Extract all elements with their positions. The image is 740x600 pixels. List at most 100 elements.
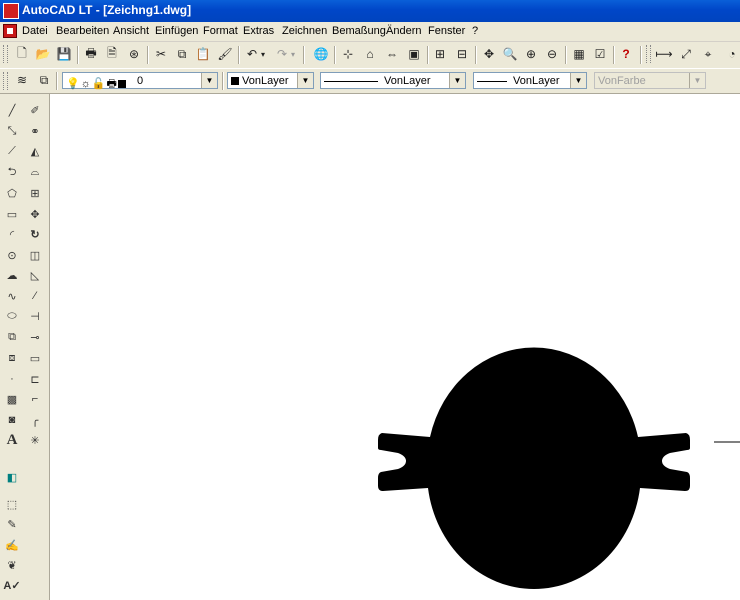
design-center-icon[interactable]: ⊟: [452, 44, 472, 64]
aligned-dimension-icon[interactable]: ⤢: [676, 44, 696, 64]
web-globe-icon[interactable]: 🌐: [311, 44, 331, 64]
menu-datei[interactable]: Datei: [22, 25, 48, 37]
layer-previous-icon[interactable]: ⧉: [34, 70, 54, 90]
linetype-select[interactable]: VonLayer ▼: [320, 72, 466, 89]
explode-icon[interactable]: ✳: [25, 430, 45, 450]
print-icon[interactable]: 🖶: [81, 44, 101, 64]
markup-icon[interactable]: ☑: [590, 44, 610, 64]
publish-icon[interactable]: ⊛: [124, 44, 144, 64]
sketch-icon[interactable]: ✍: [2, 535, 22, 555]
zoom-window-icon[interactable]: ⊕: [521, 44, 541, 64]
stretch-icon[interactable]: ◺: [25, 265, 45, 285]
undo-dropdown-icon[interactable]: ▾: [258, 44, 268, 64]
print-preview-icon[interactable]: 🗎: [102, 44, 122, 64]
chevron-down-icon[interactable]: ▼: [449, 73, 465, 88]
construction-line-icon[interactable]: ⤡: [2, 121, 22, 141]
lineweight-select[interactable]: VonLayer ▼: [473, 72, 587, 89]
menu-zeichnen[interactable]: Zeichnen: [282, 25, 327, 37]
break-icon[interactable]: ▭: [25, 348, 45, 368]
revision-cloud-icon[interactable]: ☁: [2, 265, 22, 285]
make-block-icon[interactable]: ⧈: [2, 348, 22, 368]
help-icon[interactable]: ?: [616, 44, 636, 64]
point-icon[interactable]: ·: [2, 369, 22, 389]
ordinate-dimension-icon[interactable]: ⌖: [698, 44, 718, 64]
hatch-icon[interactable]: ▩: [2, 389, 22, 409]
match-properties-icon[interactable]: 🖌: [215, 44, 235, 64]
block-icon[interactable]: ⌂: [360, 44, 380, 64]
scale-icon[interactable]: ◫: [25, 245, 45, 265]
erase-icon[interactable]: ✐: [25, 100, 45, 120]
dimension-icon[interactable]: ⇔: [382, 44, 402, 64]
properties-icon[interactable]: ⊞: [430, 44, 450, 64]
region-icon[interactable]: ◙: [2, 410, 22, 430]
toolbar-grip[interactable]: [3, 72, 8, 90]
menu-aendern[interactable]: Ändern: [386, 25, 421, 37]
chevron-down-icon[interactable]: ▼: [689, 73, 705, 88]
zoom-realtime-icon[interactable]: 🔍: [500, 44, 520, 64]
spell-check-icon[interactable]: A✓: [2, 575, 22, 595]
circle-icon[interactable]: ⊙: [2, 245, 22, 265]
plotstyle-select[interactable]: VonFarbe ▼: [594, 72, 706, 89]
toolbar-grip[interactable]: [3, 45, 8, 63]
pan-icon[interactable]: ✥: [479, 44, 499, 64]
menu-einfuegen[interactable]: Einfügen: [155, 25, 198, 37]
trim-icon[interactable]: ⊣: [25, 306, 45, 326]
pencil-icon[interactable]: ✎: [2, 514, 22, 534]
pentagon-icon[interactable]: ⬠: [2, 183, 22, 203]
menu-ansicht[interactable]: Ansicht: [113, 25, 149, 37]
redo-dropdown-icon[interactable]: ▾: [288, 44, 298, 64]
layer-manager-icon[interactable]: ≋: [12, 70, 32, 90]
menu-help[interactable]: ?: [472, 25, 478, 37]
radius-dimension-icon[interactable]: ◔: [722, 44, 740, 64]
inquiry-icon[interactable]: ⬚: [2, 494, 22, 514]
join-icon[interactable]: ⊏: [25, 369, 45, 389]
color-select[interactable]: VonLayer ▼: [227, 72, 314, 89]
new-file-icon[interactable]: 🗋: [12, 44, 32, 64]
rectangle-icon[interactable]: ▭: [2, 204, 22, 224]
move-icon[interactable]: ✥: [25, 204, 45, 224]
menu-format[interactable]: Format: [203, 25, 238, 37]
toolbar-grip[interactable]: [646, 45, 651, 63]
chevron-down-icon[interactable]: ▼: [201, 73, 217, 88]
drawn-object[interactable]: [378, 347, 690, 590]
paste-icon[interactable]: 📋: [193, 44, 213, 64]
cut-icon[interactable]: ✂: [151, 44, 171, 64]
extend-icon[interactable]: ⊸: [25, 327, 45, 347]
zoom-previous-icon[interactable]: ⊖: [542, 44, 562, 64]
menu-bearbeiten[interactable]: Bearbeiten: [56, 25, 109, 37]
arc-icon[interactable]: ◜: [2, 224, 22, 244]
polyline-icon[interactable]: ⟋: [2, 141, 22, 161]
ellipse-icon[interactable]: ⬭: [2, 306, 22, 326]
chevron-down-icon[interactable]: ▼: [570, 73, 586, 88]
menu-bemassung[interactable]: Bemaßung: [332, 25, 386, 37]
lengthen-icon[interactable]: ⁄: [25, 286, 45, 306]
copy-object-icon[interactable]: ⚭: [25, 121, 45, 141]
document-icon[interactable]: [3, 24, 17, 38]
insert-block-icon[interactable]: ⧉: [2, 327, 22, 347]
menu-fenster[interactable]: Fenster: [428, 25, 465, 37]
array-icon[interactable]: ⊞: [25, 183, 45, 203]
rotate-icon[interactable]: ↻: [25, 224, 45, 244]
chamfer-icon[interactable]: ⌐: [25, 389, 45, 409]
snap-icon[interactable]: ⊹: [338, 44, 358, 64]
hyperlink-icon[interactable]: ❦: [2, 555, 22, 575]
open-folder-icon[interactable]: 📂: [33, 44, 53, 64]
draworder-icon[interactable]: ◧: [2, 467, 22, 487]
calculator-icon[interactable]: ▦: [569, 44, 589, 64]
chevron-down-icon[interactable]: ▼: [297, 73, 313, 88]
linear-dimension-icon[interactable]: ⟼: [654, 44, 674, 64]
copy-icon[interactable]: ⧉: [172, 44, 192, 64]
autocad-app-icon[interactable]: [3, 3, 19, 19]
drawing-canvas[interactable]: [50, 94, 740, 600]
menu-extras[interactable]: Extras: [243, 25, 274, 37]
layer-select[interactable]: 💡☼🔓🖶 0 ▼: [62, 72, 218, 90]
polygon-icon[interactable]: ⮌: [2, 162, 22, 182]
spline-icon[interactable]: ∿: [2, 286, 22, 306]
line-icon[interactable]: ╱: [2, 100, 22, 120]
save-icon[interactable]: 💾: [54, 44, 74, 64]
offset-icon[interactable]: ⌓: [25, 162, 45, 182]
display-order-icon[interactable]: ▣: [404, 44, 424, 64]
text-icon[interactable]: A: [2, 430, 22, 450]
fillet-icon[interactable]: ╭: [25, 410, 45, 430]
mirror-icon[interactable]: ◭: [25, 141, 45, 161]
